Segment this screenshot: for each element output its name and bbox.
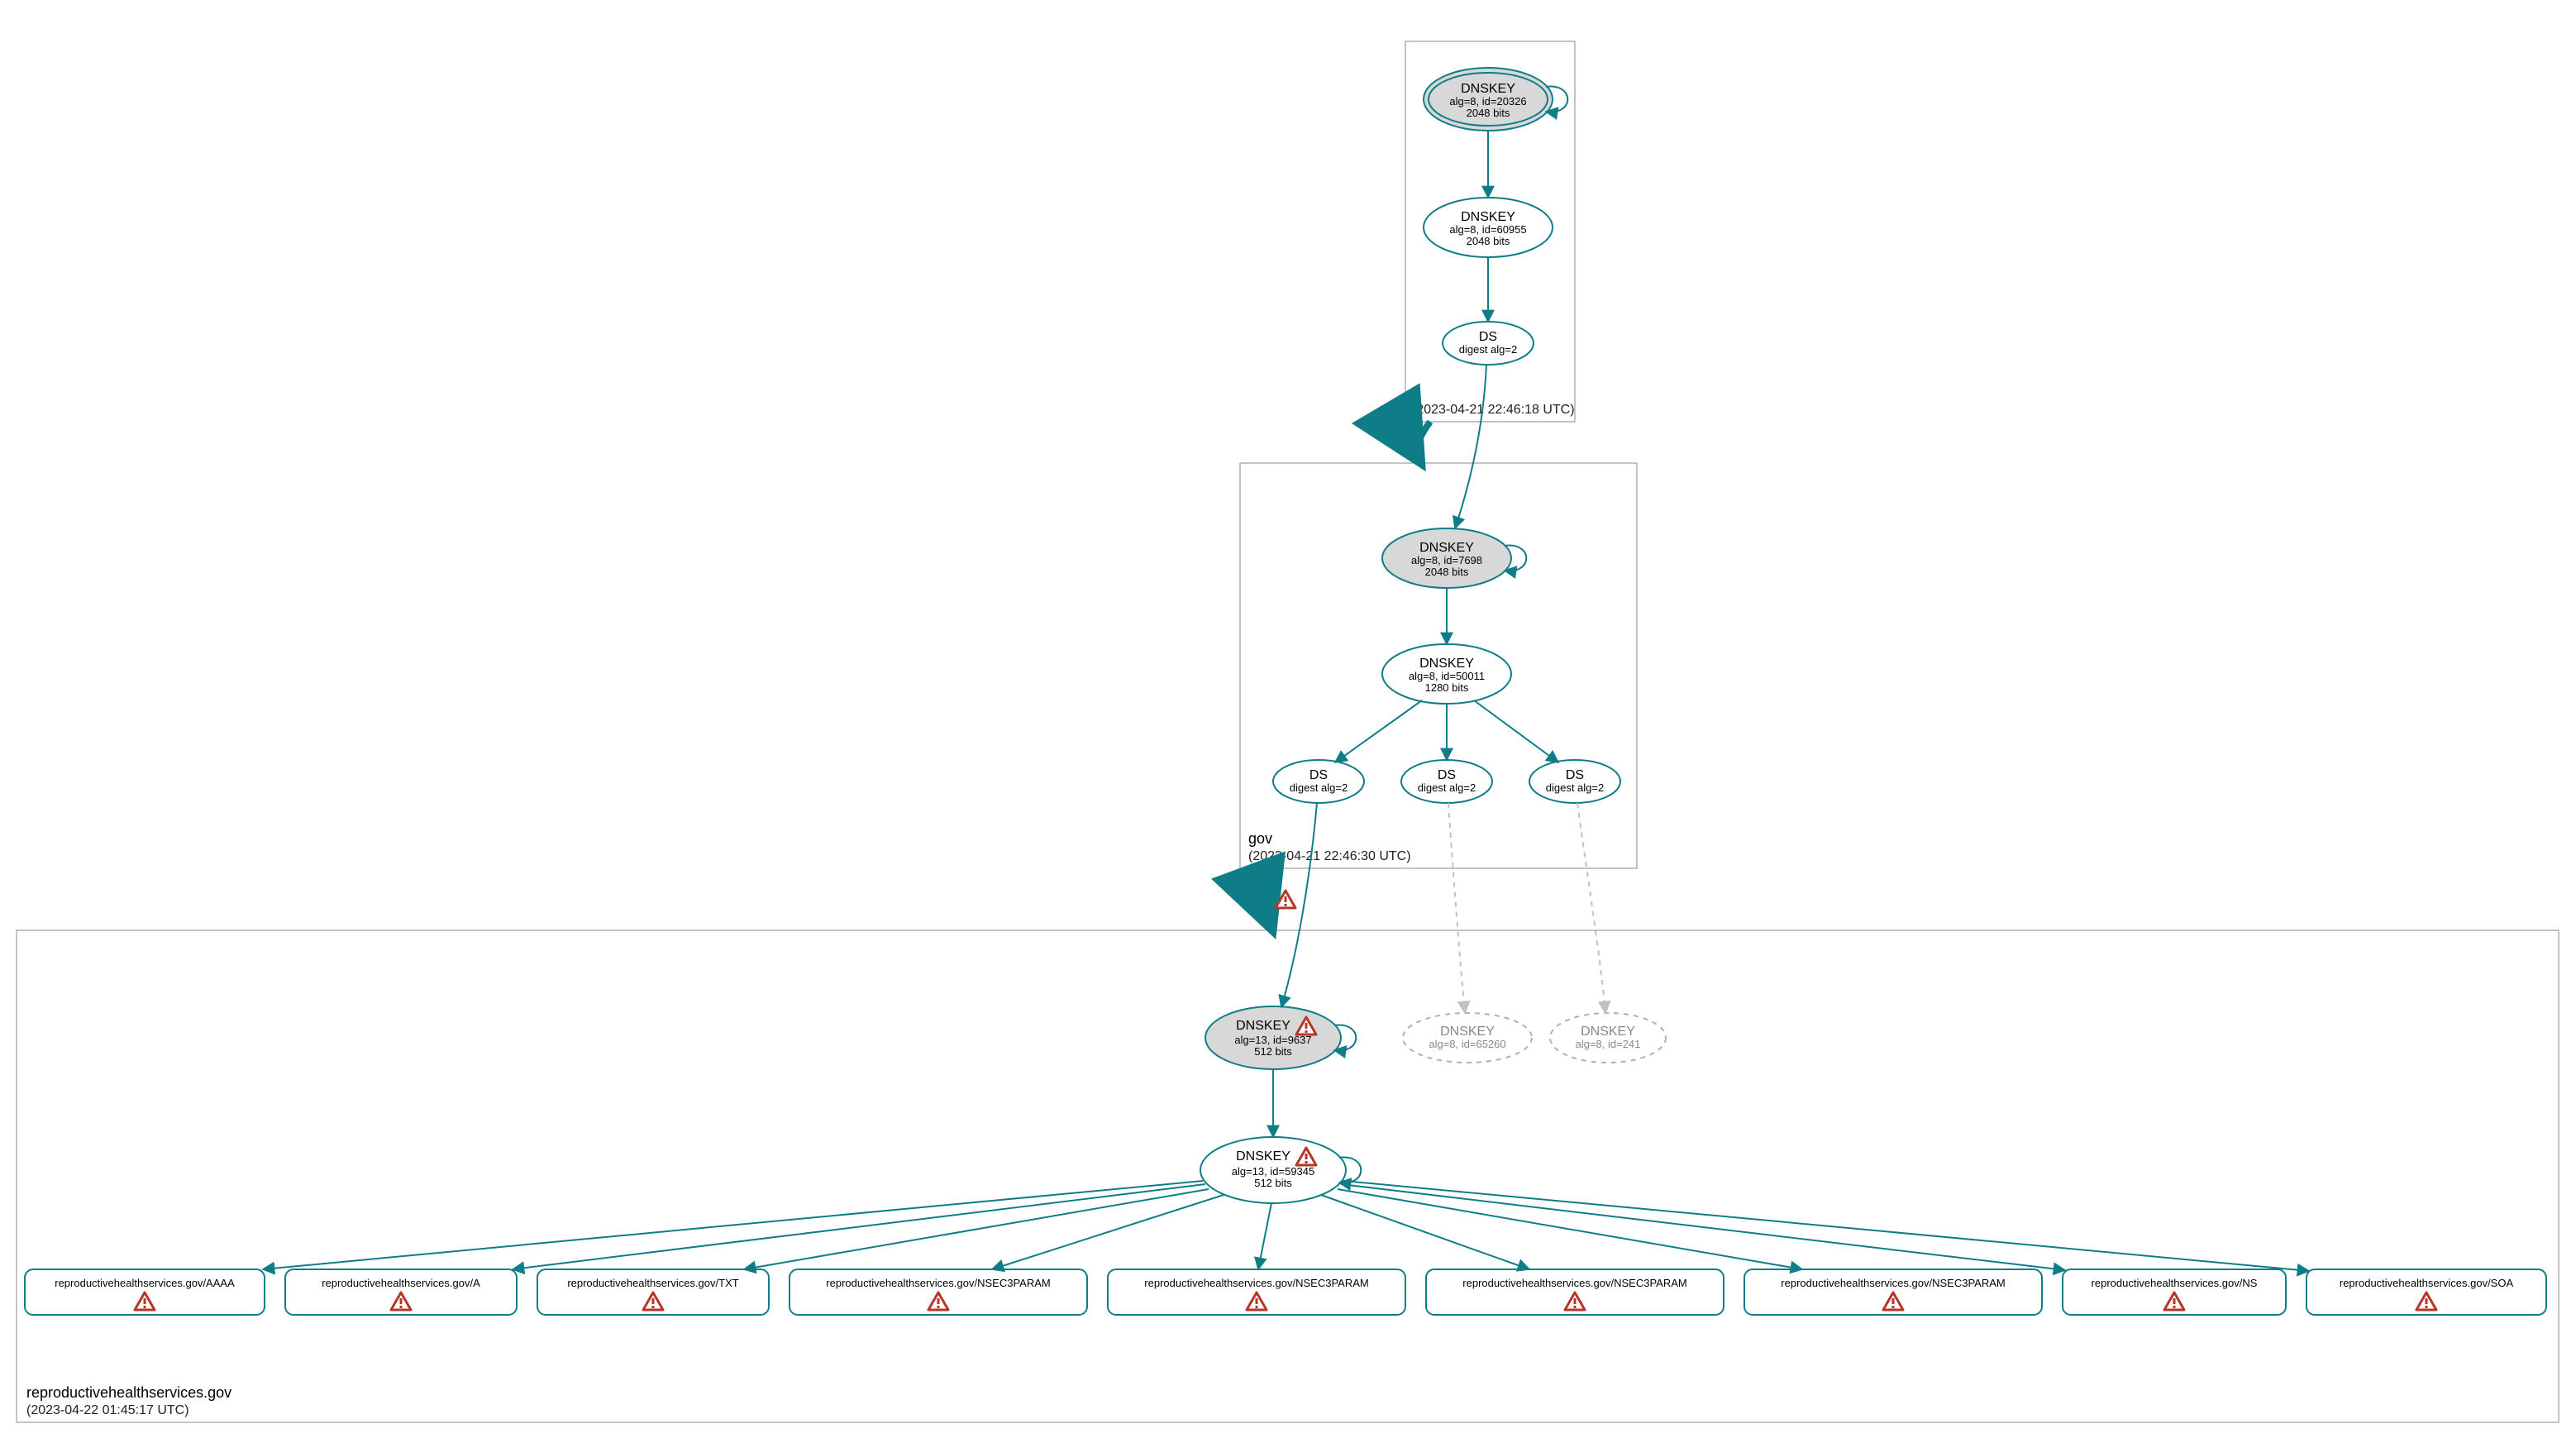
node-gov-ds3-title: DS — [1566, 768, 1584, 782]
node-rr-nsec3param-1: reproductivehealthservices.gov/NSEC3PARA… — [789, 1269, 1087, 1315]
edge-root-ds-gov-ksk — [1455, 365, 1486, 528]
edge-zsk-ns — [1341, 1184, 2065, 1270]
node-rhs-dnskey-65260: DNSKEY alg=8, id=65260 — [1403, 1013, 1532, 1063]
node-gov-ksk-line2: alg=8, id=7698 — [1411, 554, 1482, 566]
node-gov-ksk: DNSKEY alg=8, id=7698 2048 bits — [1382, 528, 1511, 588]
node-rhs-zsk-line2: alg=13, id=59345 — [1232, 1165, 1314, 1178]
node-rhs-dk3-title: DNSKEY — [1581, 1025, 1635, 1039]
node-rr-aaaa-title: reproductivehealthservices.gov/AAAA — [55, 1277, 235, 1289]
node-rhs-ksk-line2: alg=13, id=9637 — [1234, 1034, 1311, 1046]
node-root-zsk-line2: alg=8, id=60955 — [1449, 223, 1526, 236]
edge-zsk-aaaa — [263, 1181, 1203, 1269]
node-gov-ksk-line3: 2048 bits — [1425, 566, 1469, 578]
node-rr-ns-title: reproductivehealthservices.gov/NS — [2092, 1277, 2258, 1289]
node-rr-txt: reproductivehealthservices.gov/TXT — [537, 1269, 769, 1315]
node-gov-zsk: DNSKEY alg=8, id=50011 1280 bits — [1382, 644, 1511, 704]
node-rhs-dk2-title: DNSKEY — [1440, 1025, 1495, 1039]
node-rr-nsec3param-3: reproductivehealthservices.gov/NSEC3PARA… — [1426, 1269, 1724, 1315]
node-rhs-dk3-line2: alg=8, id=241 — [1576, 1038, 1641, 1050]
node-rr-soa: reproductivehealthservices.gov/SOA — [2306, 1269, 2546, 1315]
edge-zsk-txt — [744, 1189, 1209, 1269]
edge-gov-ds3-rhs-dk3 — [1577, 803, 1605, 1013]
node-gov-ds1-line2: digest alg=2 — [1290, 781, 1348, 794]
node-gov-ds3-line2: digest alg=2 — [1546, 781, 1604, 794]
zone-root-label: . — [1412, 384, 1416, 400]
edge-gov-zsk-ds3 — [1474, 700, 1558, 762]
node-rr-nsec3param-4: reproductivehealthservices.gov/NSEC3PARA… — [1744, 1269, 2042, 1315]
zone-gov-label: gov — [1248, 830, 1272, 847]
node-gov-ds2-title: DS — [1438, 768, 1456, 782]
node-rr-txt-title: reproductivehealthservices.gov/TXT — [567, 1277, 738, 1289]
node-rhs-ksk: DNSKEY alg=13, id=9637 512 bits — [1205, 1006, 1341, 1069]
node-rr-n3-title: reproductivehealthservices.gov/NSEC3PARA… — [1462, 1277, 1686, 1289]
node-gov-ds2: DS digest alg=2 — [1401, 760, 1492, 803]
node-gov-ds3: DS digest alg=2 — [1529, 760, 1620, 803]
node-rr-a: reproductivehealthservices.gov/A — [285, 1269, 517, 1315]
node-rr-nsec3param-2: reproductivehealthservices.gov/NSEC3PARA… — [1108, 1269, 1405, 1315]
edge-gov-to-rhs-delegation — [1267, 868, 1273, 932]
node-root-ksk: DNSKEY alg=8, id=20326 2048 bits — [1424, 68, 1553, 131]
node-root-ksk-line2: alg=8, id=20326 — [1449, 95, 1526, 108]
edge-gov-ds2-rhs-dk2 — [1448, 803, 1465, 1013]
node-rhs-dnskey-241: DNSKEY alg=8, id=241 — [1550, 1013, 1666, 1063]
edge-root-to-gov-delegation — [1418, 422, 1430, 465]
node-root-zsk-title: DNSKEY — [1461, 210, 1515, 224]
edge-zsk-a — [513, 1184, 1205, 1269]
edge-zsk-n3 — [1321, 1195, 1529, 1269]
node-root-ds-title: DS — [1479, 330, 1497, 344]
node-rr-soa-title: reproductivehealthservices.gov/SOA — [2340, 1277, 2514, 1289]
zone-rhs-timestamp: (2023-04-22 01:45:17 UTC) — [26, 1403, 189, 1417]
node-root-ksk-title: DNSKEY — [1461, 82, 1515, 96]
node-rhs-ksk-title: DNSKEY — [1236, 1019, 1290, 1033]
node-gov-ds2-line2: digest alg=2 — [1418, 781, 1476, 794]
node-rhs-dk2-line2: alg=8, id=65260 — [1429, 1038, 1505, 1050]
node-rhs-zsk: DNSKEY alg=13, id=59345 512 bits — [1200, 1137, 1346, 1203]
node-rr-aaaa: reproductivehealthservices.gov/AAAA — [25, 1269, 265, 1315]
edge-zsk-soa — [1343, 1181, 2309, 1271]
zone-rhs-label: reproductivehealthservices.gov — [26, 1384, 231, 1401]
edge-zsk-n4 — [1338, 1189, 1802, 1269]
node-rr-a-title: reproductivehealthservices.gov/A — [322, 1277, 480, 1289]
node-root-zsk-line3: 2048 bits — [1467, 235, 1510, 247]
zone-root-timestamp: (2023-04-21 22:46:18 UTC) — [1412, 403, 1575, 417]
node-rr-n1-title: reproductivehealthservices.gov/NSEC3PARA… — [826, 1277, 1050, 1289]
edge-gov-zsk-ds1 — [1335, 700, 1422, 762]
warning-icon — [1276, 891, 1295, 908]
node-root-ksk-line3: 2048 bits — [1467, 107, 1510, 119]
node-root-ds: DS digest alg=2 — [1443, 322, 1534, 365]
node-gov-ksk-title: DNSKEY — [1419, 541, 1474, 555]
node-rr-n2-title: reproductivehealthservices.gov/NSEC3PARA… — [1144, 1277, 1368, 1289]
node-gov-zsk-line3: 1280 bits — [1425, 681, 1469, 694]
zone-gov-timestamp: (2023-04-21 22:46:30 UTC) — [1248, 849, 1411, 863]
node-gov-zsk-title: DNSKEY — [1419, 657, 1474, 671]
node-rhs-ksk-line3: 512 bits — [1254, 1045, 1292, 1058]
node-gov-ds1-title: DS — [1309, 768, 1328, 782]
node-gov-zsk-line2: alg=8, id=50011 — [1409, 670, 1485, 682]
node-root-zsk: DNSKEY alg=8, id=60955 2048 bits — [1424, 198, 1553, 257]
node-gov-ds1: DS digest alg=2 — [1273, 760, 1364, 803]
node-root-ds-line2: digest alg=2 — [1459, 343, 1517, 356]
node-rr-n4-title: reproductivehealthservices.gov/NSEC3PARA… — [1781, 1277, 2005, 1289]
node-rhs-zsk-line3: 512 bits — [1254, 1177, 1292, 1189]
node-rhs-zsk-title: DNSKEY — [1236, 1149, 1290, 1163]
edge-zsk-n2 — [1258, 1203, 1271, 1269]
node-rr-ns: reproductivehealthservices.gov/NS — [2063, 1269, 2286, 1315]
